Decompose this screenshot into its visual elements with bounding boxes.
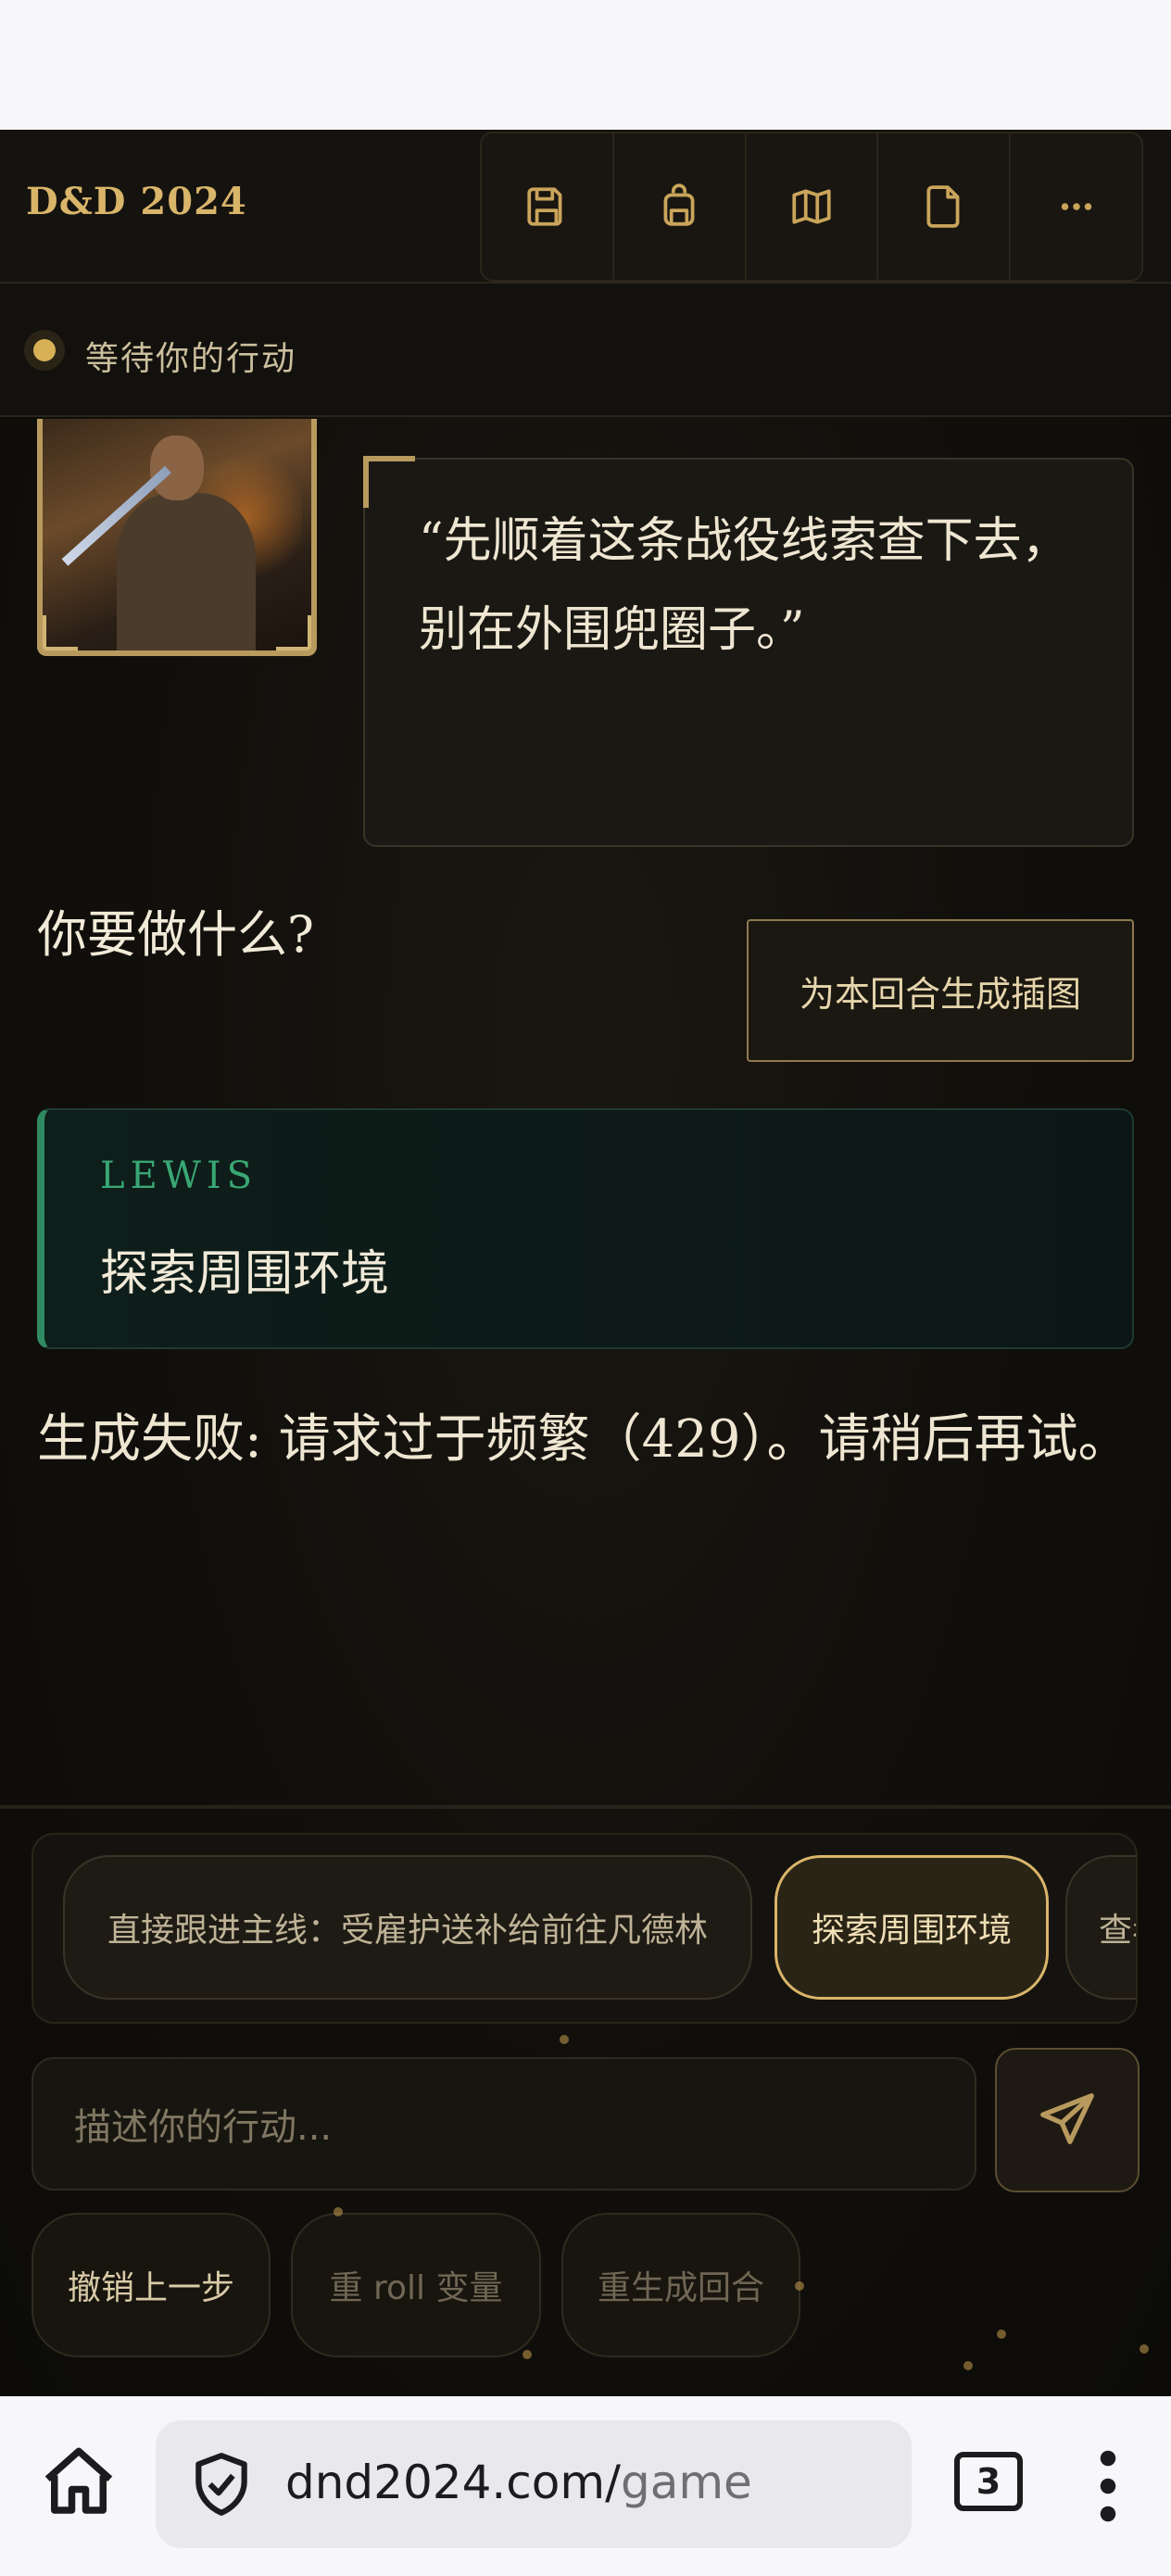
save-button[interactable]: [482, 133, 614, 280]
address-bar[interactable]: dnd2024.com/game: [156, 2420, 912, 2548]
send-button[interactable]: [995, 2048, 1140, 2192]
bubble-corner-ornament: [363, 456, 415, 508]
toolbar: [480, 132, 1143, 282]
turn-status-bar: 等待你的行动: [0, 284, 1171, 417]
menu-kebab-icon[interactable]: [1089, 2444, 1127, 2528]
generate-illustration-button[interactable]: 为本回合生成插图: [747, 919, 1134, 1062]
npc-portrait: [37, 419, 317, 656]
status-text: 等待你的行动: [85, 340, 297, 378]
suggestion-chip[interactable]: 直接跟进主线：受雇护送补给前往凡德林: [63, 1855, 752, 2000]
document-icon: [926, 185, 960, 228]
error-message: 生成失败: 请求过于频繁（429）。请稍后再试。: [37, 1409, 1130, 1470]
ember-particle: [334, 2207, 343, 2216]
url-text: dnd2024.com/game: [285, 2456, 752, 2509]
save-icon: [527, 187, 562, 226]
action-input-placeholder: 描述你的行动...: [74, 2106, 333, 2149]
tab-count: 3: [976, 2461, 1001, 2502]
undo-button[interactable]: 撤销上一步: [31, 2213, 271, 2357]
inventory-button[interactable]: [614, 133, 747, 280]
app-header: D&D 2024: [0, 130, 1171, 284]
ember-particle: [997, 2330, 1006, 2339]
status-bar-area: [0, 0, 1171, 130]
regenerate-turn-button[interactable]: 重生成回合: [561, 2213, 800, 2357]
player-action-text: 探索周围环境: [100, 1246, 390, 1302]
tabs-button[interactable]: 3: [954, 2452, 1023, 2511]
game-app: D&D 2024 等待你的行动 “先顺着这条战役线索查下去，别在外围兜圈子。” …: [0, 130, 1171, 2396]
backpack-icon: [663, 183, 695, 226]
composer-divider: [0, 1805, 1171, 1809]
suggestion-chip-active[interactable]: 探索周围环境: [774, 1855, 1049, 2000]
action-input[interactable]: 描述你的行动...: [31, 2057, 976, 2191]
action-prompt: 你要做什么?: [37, 905, 314, 964]
ember-particle: [523, 2350, 532, 2359]
more-icon: [1061, 203, 1091, 210]
reroll-variables-button[interactable]: 重 roll 变量: [291, 2213, 541, 2357]
home-icon[interactable]: [37, 2441, 120, 2524]
ember-particle: [963, 2361, 973, 2370]
notes-button[interactable]: [878, 133, 1012, 280]
status-indicator: [24, 330, 65, 371]
ember-particle: [1140, 2344, 1149, 2354]
url-path: game: [620, 2456, 752, 2509]
player-message: LEWIS 探索周围环境: [37, 1108, 1134, 1349]
more-button[interactable]: [1011, 133, 1141, 280]
app-logo: D&D 2024: [26, 180, 247, 223]
url-domain: dnd2024.com/: [285, 2456, 621, 2509]
ember-particle: [560, 2035, 569, 2044]
browser-toolbar: dnd2024.com/game 3: [0, 2396, 1171, 2576]
suggestion-strip[interactable]: 直接跟进主线：受雇护送补给前往凡德林 探索周围环境 查看: [31, 1833, 1138, 2024]
npc-dialogue-bubble: “先顺着这条战役线索查下去，别在外围兜圈子。”: [363, 458, 1134, 847]
ember-particle: [795, 2281, 804, 2291]
map-button[interactable]: [747, 133, 879, 280]
suggestion-chip[interactable]: 查看: [1065, 1855, 1136, 2000]
shield-check-icon: [195, 2453, 247, 2516]
npc-quote-text: “先顺着这条战役线索查下去，别在外围兜圈子。”: [419, 513, 1070, 658]
send-icon: [1040, 2093, 1094, 2144]
player-name: LEWIS: [100, 1155, 258, 1197]
map-icon: [792, 189, 831, 224]
